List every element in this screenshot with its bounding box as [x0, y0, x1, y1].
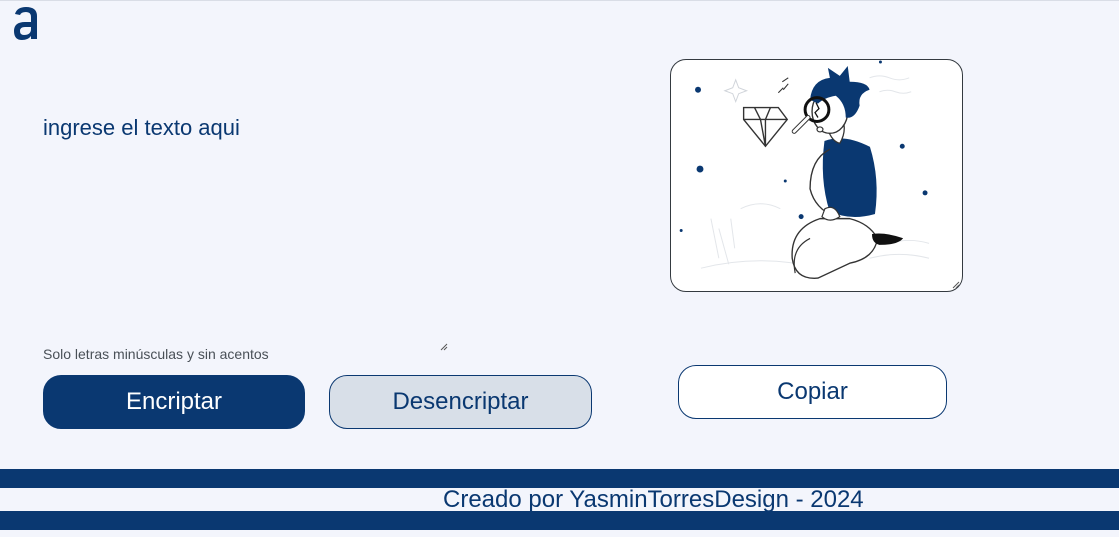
- encrypt-button[interactable]: Encriptar: [43, 375, 305, 429]
- text-input-area: [43, 113, 448, 351]
- resize-handle-icon[interactable]: [952, 281, 960, 289]
- footer-credit: Creado por YasminTorresDesign - 2024: [443, 486, 864, 513]
- output-panel[interactable]: [670, 59, 963, 292]
- person-with-magnifying-glass-illustration: [679, 60, 930, 279]
- resize-handle-icon[interactable]: [440, 338, 448, 351]
- message-textarea[interactable]: [43, 113, 448, 346]
- decrypt-button[interactable]: Desencriptar: [329, 375, 592, 429]
- alura-logo-icon[interactable]: [12, 3, 40, 43]
- input-hint: Solo letras minúsculas y sin acentos: [43, 346, 269, 362]
- copy-button[interactable]: Copiar: [678, 365, 947, 419]
